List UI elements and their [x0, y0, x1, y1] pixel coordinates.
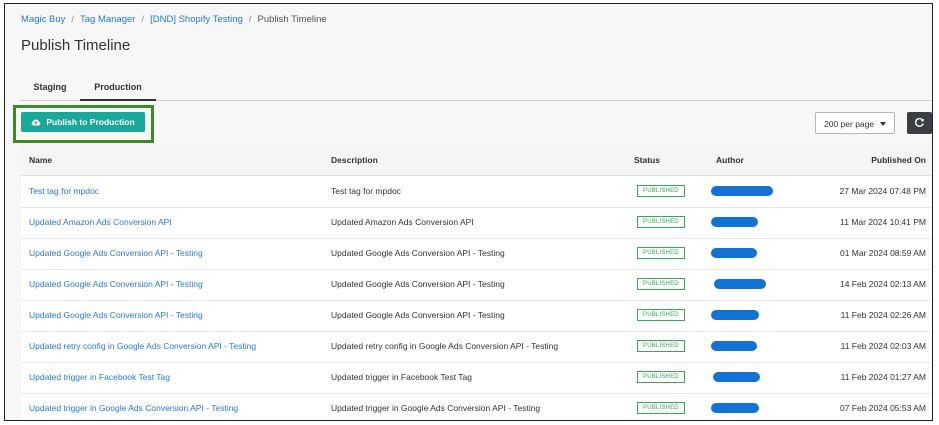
row-published-on: 01 Mar 2024 08:59 AM — [839, 248, 926, 258]
table-row: Updated trigger in Facebook Test Tag Upd… — [21, 362, 931, 394]
row-name-link[interactable]: Updated Google Ads Conversion API - Test… — [29, 238, 203, 269]
author-cell — [711, 186, 773, 196]
row-description: Updated trigger in Facebook Test Tag — [331, 372, 472, 382]
status-badge: PUBLISHED — [637, 247, 685, 259]
status-badge: PUBLISHED — [637, 185, 685, 197]
table-row: Updated Google Ads Conversion API - Test… — [21, 238, 931, 270]
row-description: Updated Google Ads Conversion API - Test… — [331, 248, 505, 258]
caret-down-icon — [880, 122, 886, 126]
table-row: Test tag for mpdoc Test tag for mpdoc PU… — [21, 176, 931, 208]
row-published-on: 27 Mar 2024 07:48 PM — [839, 186, 926, 196]
row-description: Updated retry config in Google Ads Conve… — [331, 341, 559, 351]
breadcrumb-separator: / — [141, 14, 145, 25]
column-header-status: Status — [634, 155, 660, 165]
status-cell: PUBLISHED — [637, 184, 685, 197]
row-description: Updated Google Ads Conversion API - Test… — [331, 310, 505, 320]
breadcrumb-separator: / — [248, 14, 252, 25]
status-cell: PUBLISHED — [637, 339, 685, 352]
author-redaction — [711, 186, 773, 196]
author-cell — [711, 248, 757, 258]
cloud-upload-icon — [31, 113, 41, 133]
row-description: Updated Amazon Ads Conversion API — [331, 217, 474, 227]
row-description: Test tag for mpdoc — [331, 186, 401, 196]
table-row: Updated Amazon Ads Conversion API Update… — [21, 207, 931, 239]
status-badge: PUBLISHED — [637, 309, 685, 321]
status-cell: PUBLISHED — [637, 277, 685, 290]
tab-bar: Staging Production — [21, 79, 931, 101]
table-row: Updated Google Ads Conversion API - Test… — [21, 300, 931, 332]
status-cell: PUBLISHED — [637, 308, 685, 321]
breadcrumb-separator: / — [71, 14, 74, 25]
author-redaction — [713, 372, 760, 382]
refresh-icon — [914, 117, 924, 127]
row-published-on: 11 Feb 2024 02:03 AM — [840, 341, 926, 351]
breadcrumb: Magic Buy / Tag Manager / [DND] Shopify Test… — [21, 14, 327, 25]
table-row: Updated retry config in Google Ads Conve… — [21, 331, 931, 363]
row-published-on: 11 Feb 2024 02:26 AM — [840, 310, 926, 320]
row-name-link[interactable]: Updated Google Ads Conversion API - Test… — [29, 269, 203, 300]
author-redaction — [711, 248, 757, 258]
breadcrumb-link-container[interactable]: [DND] Shopify Testing — [150, 14, 243, 25]
author-cell — [711, 310, 759, 320]
author-redaction — [714, 279, 766, 289]
author-cell — [711, 279, 766, 289]
tab-staging[interactable]: Staging — [21, 79, 79, 99]
publish-to-production-button[interactable]: Publish to Production — [21, 112, 145, 132]
row-description: Updated trigger in Google Ads Conversion… — [331, 403, 541, 413]
table-row: Updated Google Ads Conversion API - Test… — [21, 269, 931, 301]
status-badge: PUBLISHED — [637, 216, 685, 228]
status-cell: PUBLISHED — [637, 370, 685, 383]
column-header-published-on: Published On — [871, 155, 926, 165]
breadcrumb-link-magic-buy[interactable]: Magic Buy — [21, 14, 65, 25]
breadcrumb-current: Publish Timeline — [257, 14, 327, 25]
row-name-link[interactable]: Updated Amazon Ads Conversion API — [29, 207, 172, 238]
publish-timeline-table: Name Description Status Author Published… — [21, 145, 931, 420]
row-published-on: 14 Feb 2024 02:13 AM — [839, 279, 926, 289]
status-badge: PUBLISHED — [637, 371, 685, 383]
status-cell: PUBLISHED — [637, 401, 685, 414]
publish-button-label: Publish to Production — [46, 117, 135, 127]
page-title: Publish Timeline — [21, 37, 131, 54]
column-header-description: Description — [331, 155, 378, 165]
app-frame: Magic Buy / Tag Manager / [DND] Shopify Test… — [4, 3, 933, 421]
refresh-button[interactable] — [907, 112, 932, 134]
row-published-on: 07 Feb 2024 05:53 AM — [839, 403, 926, 413]
table-header: Name Description Status Author Published… — [21, 145, 931, 176]
author-cell — [711, 341, 757, 351]
status-badge: PUBLISHED — [637, 340, 685, 352]
status-cell: PUBLISHED — [637, 246, 685, 259]
author-cell — [711, 217, 758, 227]
author-redaction — [711, 341, 757, 351]
per-page-select[interactable]: 200 per page — [815, 112, 895, 134]
author-redaction — [711, 217, 758, 227]
author-redaction — [711, 310, 759, 320]
author-cell — [711, 403, 759, 413]
row-name-link[interactable]: Test tag for mpdoc — [29, 176, 99, 207]
author-redaction — [711, 403, 759, 413]
author-cell — [711, 372, 760, 382]
status-cell: PUBLISHED — [637, 215, 685, 228]
table-row: Updated trigger in Google Ads Conversion… — [21, 393, 931, 420]
row-name-link[interactable]: Updated retry config in Google Ads Conve… — [29, 331, 256, 362]
per-page-value: 200 per page — [824, 119, 875, 129]
column-header-name: Name — [29, 155, 53, 165]
row-name-link[interactable]: Updated trigger in Google Ads Conversion… — [29, 393, 238, 420]
row-published-on: 11 Feb 2024 01:27 AM — [840, 372, 926, 382]
breadcrumb-link-tag-manager[interactable]: Tag Manager — [80, 14, 135, 25]
row-published-on: 11 Mar 2024 10:41 PM — [840, 217, 926, 227]
tab-production[interactable]: Production — [80, 79, 156, 101]
column-header-author: Author — [716, 155, 744, 165]
status-badge: PUBLISHED — [637, 402, 685, 414]
row-name-link[interactable]: Updated Google Ads Conversion API - Test… — [29, 300, 203, 331]
status-badge: PUBLISHED — [637, 278, 685, 290]
row-name-link[interactable]: Updated trigger in Facebook Test Tag — [29, 362, 170, 393]
row-description: Updated Google Ads Conversion API - Test… — [331, 279, 505, 289]
